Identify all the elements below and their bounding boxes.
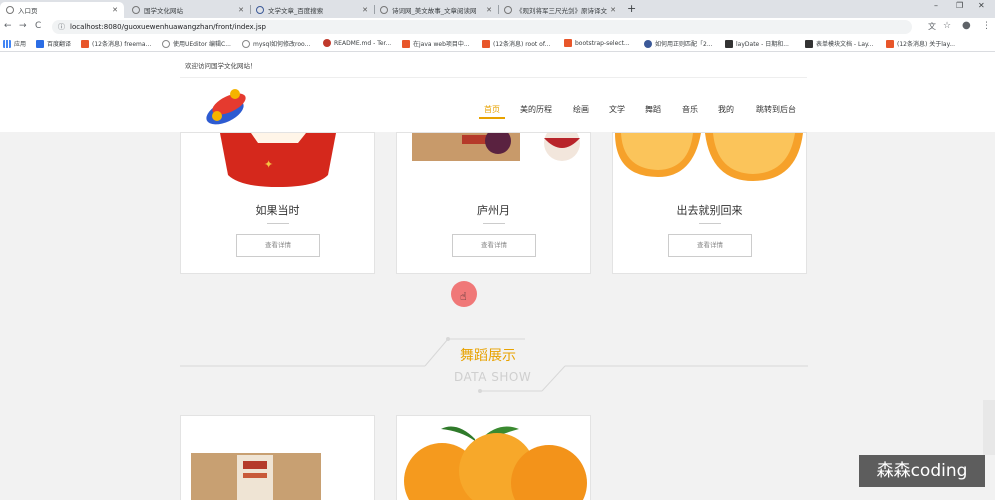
bookmark-favicon-icon	[564, 39, 572, 47]
close-tab-icon[interactable]: ✕	[610, 6, 616, 14]
dance-card	[396, 415, 591, 500]
globe-icon	[162, 39, 170, 48]
nav-home[interactable]: 首页	[484, 104, 500, 115]
close-tab-icon[interactable]: ✕	[238, 6, 244, 14]
globe-icon	[132, 6, 140, 14]
globe-icon	[6, 6, 14, 14]
github-icon	[323, 39, 331, 47]
view-details-button[interactable]: 查看详情	[668, 234, 752, 257]
bookmark-item[interactable]: bootstrap-select...	[564, 39, 630, 47]
bookmark-favicon-icon	[482, 39, 490, 48]
bookmark-item[interactable]: layDate - 日期和...	[725, 39, 789, 48]
close-tab-icon[interactable]: ✕	[486, 6, 492, 14]
music-card: 出去就别回来 查看详情	[612, 132, 807, 274]
back-button[interactable]: ←	[4, 21, 12, 31]
card-title: 如果当时	[255, 204, 300, 217]
bookmark-favicon-icon	[886, 39, 894, 48]
profile-icon[interactable]: ●	[962, 20, 971, 31]
bookmark-favicon-icon	[36, 39, 44, 48]
paw-icon	[256, 6, 264, 14]
menu-icon[interactable]: ⋮	[982, 21, 991, 31]
section-title: 舞蹈展示	[460, 348, 516, 364]
bookmark-item[interactable]: 如何用正则匹配「2...	[644, 39, 713, 48]
watermark: 森森coding	[859, 455, 985, 487]
nav-admin[interactable]: 跳转到后台	[756, 104, 796, 115]
section-subtitle: DATA SHOW	[454, 370, 532, 384]
apps-grid-icon	[3, 39, 11, 48]
globe-icon	[380, 6, 388, 14]
browser-tab[interactable]: 入口页 ✕	[0, 2, 124, 18]
view-details-button[interactable]: 查看详情	[236, 234, 320, 257]
orange-slices-image	[615, 133, 803, 181]
card-title: 出去就别回来	[676, 204, 743, 217]
reload-button[interactable]: C	[35, 21, 41, 31]
url-text: localhost:8080/guoxuewenhuawangzhan/fron…	[70, 23, 266, 31]
bookmark-apps[interactable]: 应用	[3, 39, 26, 48]
bookmarks-bar: 应用 百度翻译 (12条消息) freema... 使用UEditor 编辑C.…	[0, 36, 995, 52]
address-bar[interactable]: ⓘ localhost:8080/guoxuewenhuawangzhan/fr…	[52, 20, 912, 34]
card-divider	[483, 223, 505, 224]
translate-icon[interactable]: 文	[928, 21, 936, 32]
active-nav-underline	[479, 117, 505, 119]
scroll-region[interactable]	[983, 400, 995, 455]
new-tab-button[interactable]: +	[627, 2, 636, 15]
nav-mine[interactable]: 我的	[718, 104, 734, 115]
browser-tab[interactable]: 国学文化网站 ✕	[126, 2, 250, 18]
svg-text:✦: ✦	[264, 158, 273, 171]
music-card: 庐州月 查看详情	[396, 132, 591, 274]
bookmark-item[interactable]: (12条消息) root of...	[482, 39, 550, 48]
bookmark-item[interactable]: 表单模块文档 - Lay...	[805, 39, 873, 48]
oranges-image	[404, 426, 587, 500]
bookmark-item[interactable]: (12条消息) 关于lay...	[886, 39, 955, 48]
nav-dance[interactable]: 舞蹈	[645, 104, 661, 115]
globe-icon	[242, 39, 250, 48]
bookmark-item[interactable]: README.md - Ter...	[323, 39, 391, 47]
restore-button[interactable]: ❐	[956, 1, 963, 10]
browser-tab[interactable]: 文学文章_百度搜索 ✕	[250, 2, 374, 18]
rice-bag-image: ✦	[220, 133, 336, 187]
nav-music[interactable]: 音乐	[682, 104, 698, 115]
info-icon[interactable]: ⓘ	[58, 22, 65, 32]
site-logo[interactable]	[203, 86, 251, 126]
welcome-text: 欢迎访问国学文化网站！	[185, 62, 257, 70]
globe-icon	[504, 6, 512, 14]
bookmark-favicon-icon	[402, 39, 410, 48]
browser-tab[interactable]: 诗词网_美文故事_文章阅读网 ✕	[374, 2, 498, 18]
nav-history[interactable]: 美的历程	[520, 104, 552, 115]
close-tab-icon[interactable]: ✕	[362, 6, 368, 14]
forward-button[interactable]: →	[19, 21, 27, 31]
apple-box-image	[412, 133, 580, 161]
bookmark-item[interactable]: mysql如何修改roo...	[242, 39, 310, 48]
bookmark-favicon-icon	[805, 39, 813, 48]
card-divider	[267, 223, 289, 224]
music-card: ✦ 如果当时 查看详情	[180, 132, 375, 274]
bookmark-item[interactable]: 在java web项目中...	[402, 39, 470, 48]
bookmark-favicon-icon	[81, 39, 89, 48]
close-window-button[interactable]: ✕	[978, 1, 985, 10]
minimize-button[interactable]: –	[934, 1, 938, 10]
card-title: 庐州月	[477, 204, 510, 217]
browser-tab[interactable]: 《观刘将军三尺光剑》原诗译文 ✕	[498, 2, 622, 18]
star-icon[interactable]: ☆	[943, 21, 951, 31]
hand-cursor-icon: ☝	[460, 290, 467, 303]
dance-card	[180, 415, 375, 500]
divider	[180, 77, 807, 78]
bookmark-item[interactable]: 使用UEditor 编辑C...	[162, 39, 231, 48]
card-divider	[699, 223, 721, 224]
gift-box-image	[191, 453, 321, 500]
browser-toolbar: ← → C ⓘ localhost:8080/guoxuewenhuawangz…	[0, 18, 995, 36]
nav-literature[interactable]: 文学	[609, 104, 625, 115]
nav-painting[interactable]: 绘画	[573, 104, 589, 115]
bookmark-item[interactable]: (12条消息) freema...	[81, 39, 151, 48]
bookmark-favicon-icon	[725, 39, 733, 48]
view-details-button[interactable]: 查看详情	[452, 234, 536, 257]
close-tab-icon[interactable]: ✕	[112, 6, 118, 14]
site-header: 欢迎访问国学文化网站！ 首页 美的历程 绘画 文学 舞蹈 音乐 我的 跳转到后台	[0, 52, 995, 132]
paw-icon	[644, 39, 652, 48]
bookmark-item[interactable]: 百度翻译	[36, 39, 71, 48]
browser-tab-strip: 入口页 ✕ 国学文化网站 ✕ 文学文章_百度搜索 ✕ 诗词网_美文故事_文章阅读…	[0, 0, 995, 18]
